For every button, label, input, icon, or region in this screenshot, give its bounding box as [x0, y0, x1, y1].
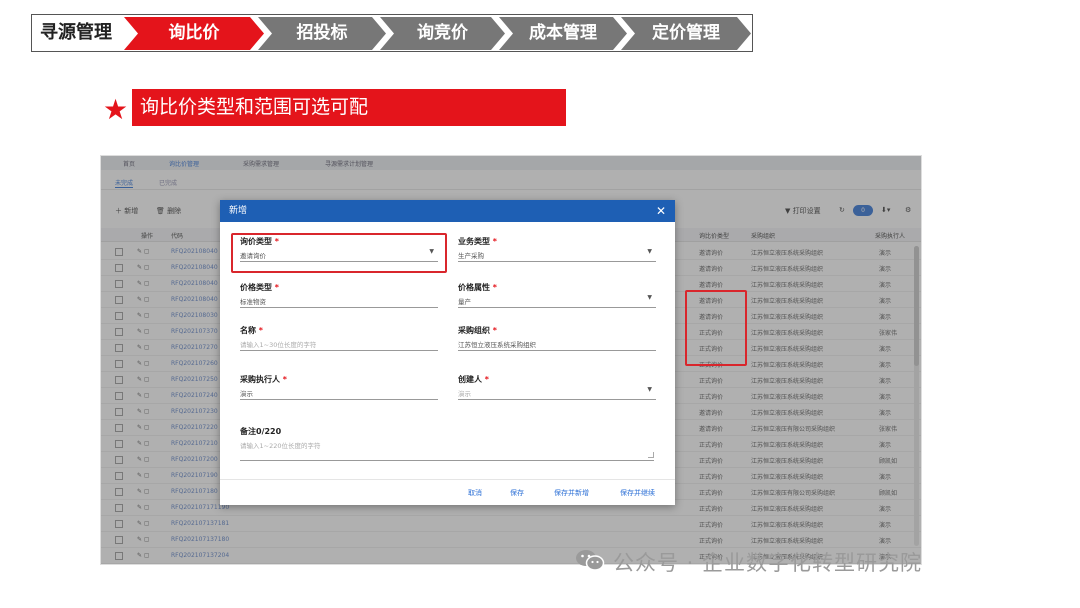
field-underline [240, 399, 438, 400]
field-underline [240, 460, 654, 461]
executor-value: 演示 [240, 390, 253, 398]
name-input[interactable]: 名称 * 请输入1~30位长度的字符 [240, 325, 438, 357]
price-attr-value: 量产 [458, 298, 471, 306]
field-underline [458, 350, 656, 351]
price-attr-label: 价格属性 * [458, 282, 497, 293]
required-mark: * [492, 237, 497, 246]
slide: 寻源管理 询比价 招投标 询竞价 成本管理 定价管理 ★ 询比价类型和范围可选可… [0, 0, 1080, 608]
field-underline [240, 307, 438, 308]
save-and-new-button[interactable]: 保存并新增 [554, 488, 589, 498]
creator-select[interactable]: 创建人 * 演示 ▼ [458, 374, 656, 406]
step-label: 定价管理 [652, 23, 720, 43]
price-attr-select[interactable]: 价格属性 * 量产 ▼ [458, 282, 656, 314]
watermark-text: 公众号 · 企业数字化转型研究院 [613, 551, 923, 575]
cancel-button[interactable]: 取消 [468, 488, 482, 498]
name-placeholder: 请输入1~30位长度的字符 [240, 341, 317, 349]
remark-placeholder: 请输入1~220位长度的字符 [240, 442, 321, 450]
purchase-org-label: 采购组织 * [458, 325, 497, 336]
field-underline [458, 307, 656, 308]
business-type-value: 生产采购 [458, 252, 484, 260]
purchase-org-value: 江苏恒立液压系统采购组织 [458, 341, 536, 349]
field-underline [458, 261, 656, 262]
required-mark: * [258, 326, 263, 335]
step-label: 询比价 [168, 23, 220, 43]
chevron-down-icon: ▼ [647, 248, 652, 255]
label-text: 创建人 [458, 375, 482, 384]
creator-label: 创建人 * [458, 374, 489, 385]
label-text: 采购执行人 [240, 375, 280, 384]
required-mark: * [492, 283, 497, 292]
highlight-inquiry-type [231, 233, 447, 273]
headline: 询比价类型和范围可选可配 [132, 89, 566, 126]
step-label: 询竞价 [417, 23, 468, 43]
label-text: 名称 [240, 326, 256, 335]
price-type-label: 价格类型 * [240, 282, 279, 293]
name-label: 名称 * [240, 325, 263, 336]
dialog-title: 新增 [229, 206, 248, 216]
required-mark: * [274, 283, 279, 292]
star-icon: ★ [103, 93, 129, 126]
business-type-label: 业务类型 * [458, 236, 497, 247]
save-button[interactable]: 保存 [510, 488, 524, 498]
dialog-footer: 取消 保存 保存并新增 保存并继续 [220, 479, 675, 505]
label-text: 价格类型 [240, 283, 272, 292]
remark-label: 备注0/220 [240, 427, 282, 436]
purchase-org-input[interactable]: 采购组织 * 江苏恒立液压系统采购组织 [458, 325, 656, 357]
price-type-select[interactable]: 价格类型 * 标准物资 [240, 282, 438, 314]
step-inquiry-compare: 询比价 [124, 17, 264, 50]
required-mark: * [484, 375, 489, 384]
banner-title: 寻源管理 [40, 22, 112, 43]
step-label: 成本管理 [529, 23, 597, 43]
chevron-down-icon: ▼ [647, 294, 652, 301]
price-type-value: 标准物资 [240, 298, 266, 306]
business-type-select[interactable]: 业务类型 * 生产采购 ▼ [458, 236, 656, 268]
wechat-icon [575, 548, 605, 580]
step-cost-management: 成本管理 [499, 17, 627, 50]
dialog-header: 新增 ✕ [220, 200, 675, 222]
close-icon[interactable]: ✕ [656, 200, 666, 222]
save-and-continue-button[interactable]: 保存并继续 [620, 488, 655, 498]
process-banner: 寻源管理 询比价 招投标 询竞价 成本管理 定价管理 [31, 14, 753, 52]
field-underline [240, 350, 438, 351]
required-mark: * [282, 375, 287, 384]
chevron-down-icon: ▼ [647, 386, 652, 393]
label-text: 业务类型 [458, 237, 490, 246]
step-label: 招投标 [296, 23, 348, 43]
creator-value: 演示 [458, 390, 471, 398]
highlight-type-column [685, 290, 747, 366]
executor-label: 采购执行人 * [240, 374, 287, 385]
resize-handle[interactable] [648, 452, 654, 458]
remark-textarea[interactable]: 备注0/220 请输入1~220位长度的字符 [240, 426, 654, 462]
label-text: 采购组织 [458, 326, 490, 335]
step-inquiry-bid: 询竞价 [380, 17, 505, 50]
label-text: 价格属性 [458, 283, 490, 292]
field-underline [458, 399, 656, 400]
step-tender: 招投标 [258, 17, 386, 50]
step-pricing-management: 定价管理 [621, 17, 751, 50]
app-screenshot: 首页 询比价管理 采购需求管理 寻源需求计划管理 未完成 已完成 ＋ 新增 🗑 … [100, 155, 922, 565]
watermark: 公众号 · 企业数字化转型研究院 [575, 548, 922, 578]
required-mark: * [492, 326, 497, 335]
executor-input[interactable]: 采购执行人 * 演示 [240, 374, 438, 406]
